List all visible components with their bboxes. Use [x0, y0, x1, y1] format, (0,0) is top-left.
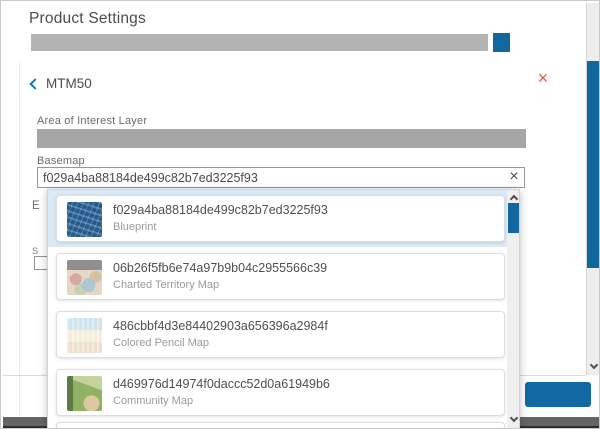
aoi-field-label: Area of Interest Layer: [37, 115, 147, 127]
basemap-option-name: Charted Territory Map: [113, 279, 219, 291]
obscured-field-label: E: [32, 200, 40, 212]
back-button-label: MTM50: [46, 76, 92, 91]
colored-pencil-map-thumbnail: [67, 318, 102, 353]
basemap-option-name: Community Map: [113, 395, 193, 407]
basemap-input[interactable]: [37, 167, 525, 188]
chevron-left-icon: [29, 78, 40, 89]
basemap-option-partial[interactable]: [56, 422, 505, 429]
dropdown-scrollbar-up-button[interactable]: [507, 190, 520, 203]
chevron-down-icon: [509, 413, 517, 421]
panel-left-border: [19, 61, 20, 418]
basemap-option-colored-pencil[interactable]: 486cbbf4d3e84402903a656396a2984f Colored…: [56, 311, 505, 358]
chevron-up-icon: [509, 194, 517, 202]
dropdown-scrollbar-thumb[interactable]: [508, 203, 519, 233]
obscured-field-label: S: [32, 246, 38, 256]
basemap-option-name: Colored Pencil Map: [113, 337, 209, 349]
basemap-option-id: 486cbbf4d3e84402903a656396a2984f: [113, 319, 328, 333]
back-button[interactable]: MTM50: [31, 74, 92, 92]
basemap-option-name: Blueprint: [113, 221, 156, 233]
page-scrollbar-down-button[interactable]: [587, 359, 600, 374]
blueprint-map-thumbnail: [67, 202, 102, 237]
aoi-value-bar[interactable]: [37, 129, 526, 148]
basemap-field-label: Basemap: [37, 155, 85, 167]
progress-bar: [31, 34, 488, 51]
dropdown-scrollbar-down-button[interactable]: [507, 412, 520, 426]
primary-action-button[interactable]: [525, 382, 591, 407]
charted-territory-map-thumbnail: [67, 260, 102, 295]
chevron-down-icon: [589, 361, 597, 369]
basemap-option-id: f029a4ba88184de499c82b7ed3225f93: [113, 203, 328, 217]
community-map-thumbnail: [67, 376, 102, 411]
basemap-option-community[interactable]: d469976d14974f0daccc52d0a61949b6 Communi…: [56, 369, 505, 416]
basemap-option-blueprint[interactable]: f029a4ba88184de499c82b7ed3225f93 Bluepri…: [56, 195, 505, 242]
obscured-checkbox[interactable]: [34, 256, 48, 270]
clear-input-icon[interactable]: ×: [504, 168, 524, 187]
basemap-option-id: 06b26f5fb6e74a97b9b04c2955566c39: [113, 261, 327, 275]
page-title: Product Settings: [29, 10, 146, 28]
basemap-dropdown: f029a4ba88184de499c82b7ed3225f93 Bluepri…: [47, 189, 520, 429]
basemap-option-id: d469976d14974f0daccc52d0a61949b6: [113, 377, 330, 391]
progress-handle: [493, 33, 510, 52]
close-icon[interactable]: ×: [534, 69, 552, 87]
product-settings-screen: Product Settings MTM50 × Area of Interes…: [0, 0, 600, 429]
basemap-option-charted-territory[interactable]: 06b26f5fb6e74a97b9b04c2955566c39 Charted…: [56, 253, 505, 300]
page-scrollbar-thumb[interactable]: [587, 61, 600, 268]
